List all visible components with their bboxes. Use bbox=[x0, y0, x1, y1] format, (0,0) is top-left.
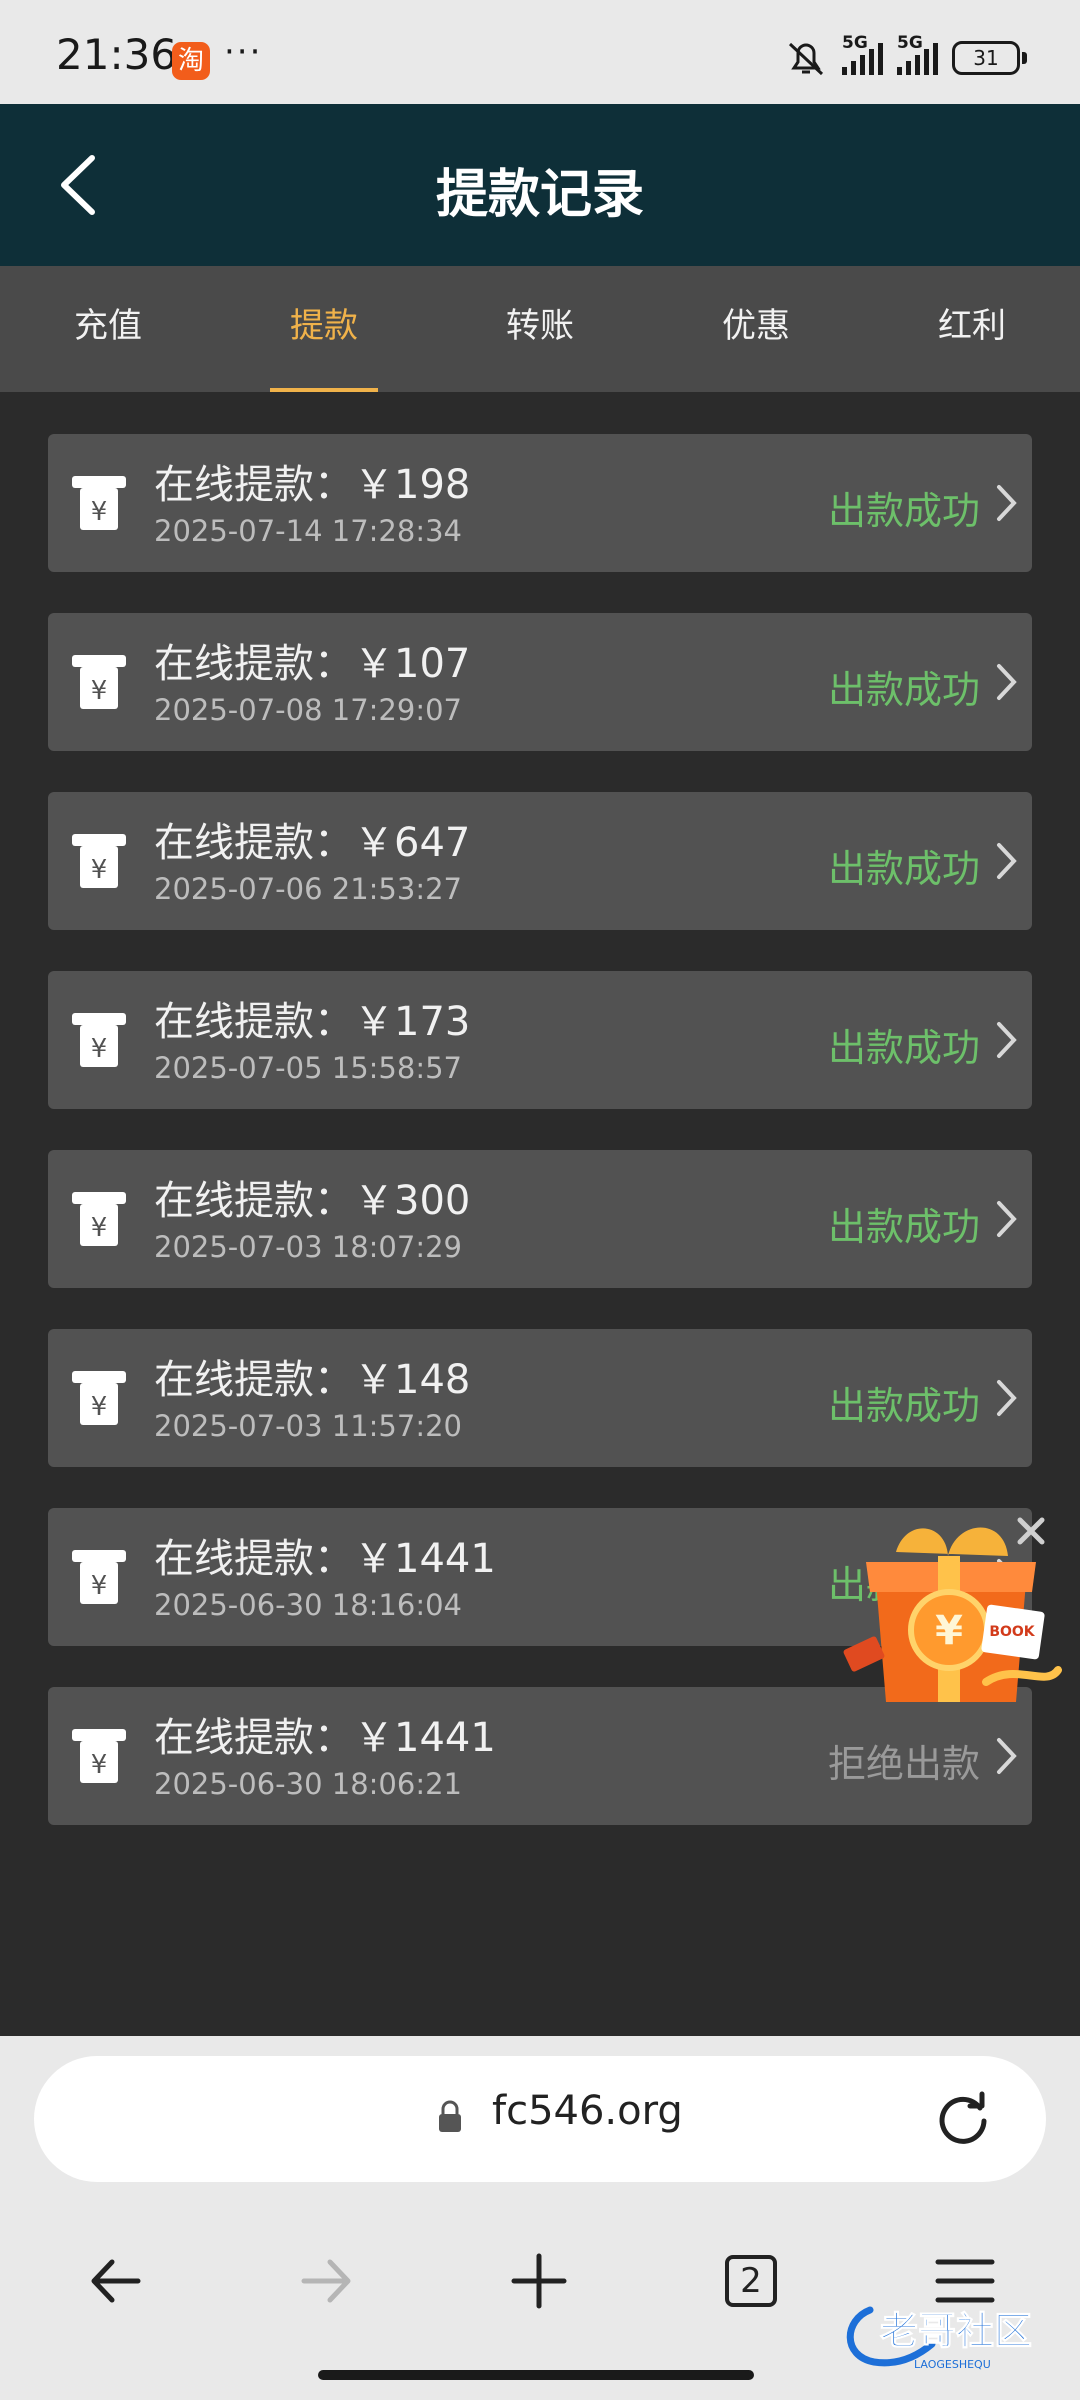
record-status: 出款成功 bbox=[827, 1384, 980, 1428]
record-amount: 在线提款：￥300 bbox=[154, 1178, 471, 1224]
status-icons: 5G 5G 31 bbox=[784, 33, 1027, 78]
record-row[interactable]: ¥ 在线提款：￥107 2025-07-08 17:29:07 出款成功 bbox=[48, 613, 1032, 751]
battery-icon: 31 bbox=[952, 41, 1027, 75]
chevron-right-icon bbox=[997, 485, 1017, 521]
record-row[interactable]: ¥ 在线提款：￥198 2025-07-14 17:28:34 出款成功 bbox=[48, 434, 1032, 572]
laoge-community-watermark: 老哥社区 LAOGESHEQU bbox=[846, 2306, 1033, 2371]
svg-text:¥: ¥ bbox=[91, 1392, 108, 1422]
record-row[interactable]: ¥ 在线提款：￥173 2025-07-05 15:58:57 出款成功 bbox=[48, 971, 1032, 1109]
withdraw-yuan-icon: ¥ bbox=[72, 476, 126, 530]
mute-bell-icon bbox=[788, 42, 824, 76]
record-amount: 在线提款：￥1441 bbox=[154, 1536, 496, 1582]
record-time: 2025-06-30 18:16:04 bbox=[154, 1588, 462, 1622]
svg-text:¥: ¥ bbox=[91, 1750, 108, 1780]
browser-back-icon[interactable] bbox=[80, 2246, 150, 2316]
chevron-right-icon bbox=[997, 1380, 1017, 1416]
record-status: 拒绝出款 bbox=[827, 1742, 980, 1786]
tab-switcher-button[interactable]: 2 bbox=[716, 2246, 786, 2316]
record-tabs: 充值 提款 转账 优惠 红利 bbox=[0, 266, 1080, 392]
record-time: 2025-07-03 18:07:29 bbox=[154, 1230, 462, 1264]
record-amount: 在线提款：￥198 bbox=[154, 462, 471, 508]
browser-forward-icon[interactable] bbox=[292, 2246, 362, 2316]
status-time: 21:36 bbox=[56, 30, 178, 79]
chevron-right-icon bbox=[997, 1022, 1017, 1058]
svg-text:¥: ¥ bbox=[935, 1608, 963, 1654]
withdraw-yuan-icon: ¥ bbox=[72, 1192, 126, 1246]
taobao-app-icon: 淘 bbox=[172, 42, 210, 80]
svg-text:¥: ¥ bbox=[91, 1034, 108, 1064]
record-status: 出款成功 bbox=[827, 1026, 980, 1070]
signal-5g-icon: 5G bbox=[842, 33, 883, 75]
chevron-right-icon bbox=[997, 664, 1017, 700]
svg-text:老哥社区: 老哥社区 bbox=[880, 2309, 1032, 2353]
withdraw-yuan-icon: ¥ bbox=[72, 1550, 126, 1604]
home-indicator[interactable] bbox=[318, 2370, 754, 2380]
withdraw-yuan-icon: ¥ bbox=[72, 834, 126, 888]
svg-text:¥: ¥ bbox=[91, 1213, 108, 1243]
url-text: fc546.org bbox=[492, 2088, 683, 2134]
tab-recharge[interactable]: 充值 bbox=[0, 266, 216, 392]
lock-icon bbox=[439, 2100, 461, 2132]
tab-transfer[interactable]: 转账 bbox=[432, 266, 648, 392]
address-bar[interactable]: fc546.org bbox=[34, 2056, 1046, 2182]
record-row[interactable]: ¥ 在线提款：￥300 2025-07-03 18:07:29 出款成功 bbox=[48, 1150, 1032, 1288]
withdraw-yuan-icon: ¥ bbox=[72, 1371, 126, 1425]
reload-icon[interactable] bbox=[934, 2090, 992, 2148]
record-time: 2025-06-30 18:06:21 bbox=[154, 1767, 462, 1801]
active-tab-indicator bbox=[270, 388, 378, 392]
withdraw-yuan-icon: ¥ bbox=[72, 1013, 126, 1067]
record-amount: 在线提款：￥148 bbox=[154, 1357, 471, 1403]
svg-text:¥: ¥ bbox=[91, 855, 108, 885]
tab-count: 2 bbox=[740, 2261, 762, 2301]
record-amount: 在线提款：￥647 bbox=[154, 820, 471, 866]
chevron-right-icon bbox=[997, 1738, 1017, 1774]
record-row[interactable]: ¥ 在线提款：￥148 2025-07-03 11:57:20 出款成功 bbox=[48, 1329, 1032, 1467]
record-time: 2025-07-05 15:58:57 bbox=[154, 1051, 462, 1085]
gift-box-icon[interactable]: ¥ BOOK bbox=[836, 1512, 1062, 1732]
record-status: 出款成功 bbox=[827, 489, 980, 533]
withdraw-yuan-icon: ¥ bbox=[72, 655, 126, 709]
chevron-right-icon bbox=[997, 843, 1017, 879]
record-time: 2025-07-06 21:53:27 bbox=[154, 872, 462, 906]
status-bar: 21:36 淘 ··· 5G 5G 31 bbox=[0, 0, 1080, 104]
svg-text:¥: ¥ bbox=[91, 497, 108, 527]
tab-bonus[interactable]: 红利 bbox=[864, 266, 1080, 392]
svg-text:¥: ¥ bbox=[91, 1571, 108, 1601]
withdraw-yuan-icon: ¥ bbox=[72, 1729, 126, 1783]
record-amount: 在线提款：￥1441 bbox=[154, 1715, 496, 1761]
page-header: 提款记录 bbox=[0, 104, 1080, 266]
svg-text:¥: ¥ bbox=[91, 676, 108, 706]
svg-text:LAOGESHEQU: LAOGESHEQU bbox=[914, 2358, 991, 2371]
tab-promotion[interactable]: 优惠 bbox=[648, 266, 864, 392]
record-amount: 在线提款：￥173 bbox=[154, 999, 471, 1045]
svg-text:BOOK: BOOK bbox=[989, 1624, 1035, 1640]
record-status: 出款成功 bbox=[827, 668, 980, 712]
tab-withdraw[interactable]: 提款 bbox=[216, 266, 432, 392]
record-row[interactable]: ¥ 在线提款：￥647 2025-07-06 21:53:27 出款成功 bbox=[48, 792, 1032, 930]
record-time: 2025-07-08 17:29:07 bbox=[154, 693, 462, 727]
signal-5g-icon-2: 5G bbox=[897, 33, 938, 75]
more-notifications-icon: ··· bbox=[224, 32, 263, 72]
record-status: 出款成功 bbox=[827, 847, 980, 891]
chevron-right-icon bbox=[997, 1201, 1017, 1237]
record-amount: 在线提款：￥107 bbox=[154, 641, 471, 687]
new-tab-plus-icon[interactable] bbox=[504, 2246, 574, 2316]
record-time: 2025-07-14 17:28:34 bbox=[154, 514, 462, 548]
page-title: 提款记录 bbox=[435, 165, 644, 225]
record-status: 出款成功 bbox=[827, 1205, 980, 1249]
record-time: 2025-07-03 11:57:20 bbox=[154, 1409, 462, 1443]
